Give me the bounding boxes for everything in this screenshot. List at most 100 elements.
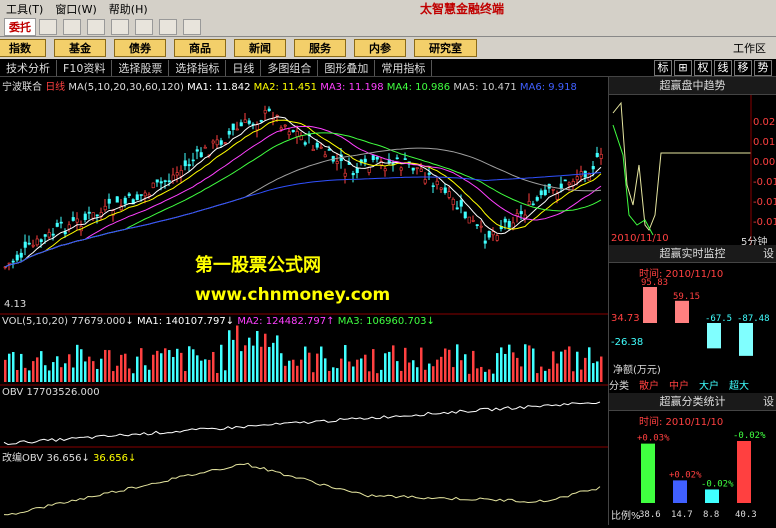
volume-bar <box>40 351 43 382</box>
tab-technical[interactable]: 技术分析 <box>0 59 57 76</box>
candle-body <box>183 160 187 167</box>
nav-bond[interactable]: 债券 <box>114 39 166 57</box>
trade-button[interactable]: 委托 <box>4 17 36 36</box>
volume-bar <box>408 362 411 382</box>
work-area-label[interactable]: 工作区 <box>733 40 766 56</box>
tab-common-indicator[interactable]: 常用指标 <box>375 59 433 76</box>
ma-line-20 <box>4 125 602 268</box>
candle-body <box>431 185 435 187</box>
stats-bar <box>705 489 719 503</box>
candle-body <box>447 191 451 198</box>
cat-medium: 中户 <box>669 381 689 392</box>
toolbar-icon-1[interactable] <box>39 18 57 35</box>
nav-fund[interactable]: 基金 <box>54 39 106 57</box>
volume-bar <box>132 373 135 382</box>
candle-body <box>59 221 63 224</box>
stats-change-label: -0.02% <box>701 479 734 489</box>
volume-bar <box>584 357 587 382</box>
volume-bar <box>24 367 27 382</box>
tab-overlay[interactable]: 图形叠加 <box>318 59 376 76</box>
volume-bar <box>148 369 151 382</box>
volume-bar <box>280 353 283 382</box>
stats-ratio-label: 比例% <box>611 511 641 522</box>
toolbar-icon-5[interactable] <box>135 18 153 35</box>
volume-bar <box>540 366 543 382</box>
right-tab-2[interactable]: ⊞ <box>674 59 692 76</box>
volume-bar <box>436 359 439 382</box>
volume-bar <box>96 368 99 382</box>
menu-help[interactable]: 帮助(H) <box>103 1 154 17</box>
trend-tick-0: 0.02 <box>753 117 776 128</box>
volume-bar <box>448 349 451 382</box>
candle-body <box>19 252 23 258</box>
volume-bar <box>4 359 7 382</box>
volume-bar <box>500 347 503 382</box>
toolbar-icon-3[interactable] <box>87 18 105 35</box>
nav-research[interactable]: 研究室 <box>414 39 477 57</box>
tab-select-indicator[interactable]: 选择指标 <box>169 59 227 76</box>
main-chart-area[interactable]: 宁波联合 日线 MA(5,10,20,30,60,120) MA1: 11.84… <box>0 77 608 525</box>
candle-body <box>223 142 227 144</box>
toolbar-icon-2[interactable] <box>63 18 81 35</box>
volume-bar <box>456 344 459 382</box>
toolbar-icon-7[interactable] <box>183 18 201 35</box>
volume-bar <box>208 359 211 382</box>
volume-bar <box>164 348 167 382</box>
volume-bar <box>512 352 515 382</box>
volume-bar <box>32 361 35 382</box>
volume-bar <box>20 353 23 382</box>
right-tab-5[interactable]: 移 <box>734 59 752 76</box>
candle-body <box>167 180 171 182</box>
candle-body <box>247 120 251 124</box>
tab-select-stock[interactable]: 选择股票 <box>112 59 170 76</box>
nav-service[interactable]: 服务 <box>294 39 346 57</box>
candle-body <box>127 193 131 196</box>
vol-ma1: MA1: 140107.797↓ <box>136 316 235 327</box>
volume-bar <box>56 356 59 382</box>
menu-window[interactable]: 窗口(W) <box>49 1 102 17</box>
trend-date: 2010/11/10 <box>611 233 669 244</box>
nav-commodity[interactable]: 商品 <box>174 39 226 57</box>
icon-toolbar: 委托 <box>0 17 776 37</box>
volume-bar <box>192 349 195 382</box>
candle-body <box>435 180 439 186</box>
mobv-v1: 36.656↓ <box>46 453 90 464</box>
stock-name: 宁波联合 <box>2 82 42 93</box>
candle-body <box>175 172 179 176</box>
right-tab-1[interactable]: 标 <box>654 59 672 76</box>
monitor-settings-button[interactable]: 设 <box>763 245 774 263</box>
toolbar-icon-4[interactable] <box>111 18 129 35</box>
volume-bar <box>196 355 199 382</box>
candle-body <box>487 231 491 238</box>
candle-body <box>319 146 323 149</box>
volume-bar <box>72 367 75 382</box>
stats-ratio-value: 14.7 <box>671 510 693 520</box>
volume-bar <box>572 371 575 382</box>
monitor-time: 时间: 2010/11/10 <box>639 269 724 280</box>
candle-body <box>155 179 159 183</box>
volume-bar <box>564 349 567 382</box>
right-tab-6[interactable]: 势 <box>754 59 772 76</box>
volume-bar <box>292 359 295 382</box>
tab-multi-chart[interactable]: 多图组合 <box>261 59 319 76</box>
volume-bar <box>452 367 455 382</box>
nav-news[interactable]: 新闻 <box>234 39 286 57</box>
volume-bar <box>216 372 219 382</box>
tab-f10[interactable]: F10资料 <box>57 59 113 76</box>
stats-settings-button[interactable]: 设 <box>763 393 774 411</box>
stats-change-label: +0.02% <box>669 470 702 480</box>
candle-body <box>55 222 59 227</box>
right-tab-3[interactable]: 权 <box>694 59 712 76</box>
watermark-url: www.chnmoney.com <box>195 285 391 305</box>
toolbar-icon-6[interactable] <box>159 18 177 35</box>
nav-internal[interactable]: 内参 <box>354 39 406 57</box>
volume-bar <box>12 352 15 382</box>
volume-bar <box>344 345 347 382</box>
candle-body <box>543 189 547 196</box>
volume-bar <box>16 369 19 382</box>
volume-bar <box>172 357 175 382</box>
menu-tools[interactable]: 工具(T) <box>0 1 49 17</box>
right-tab-4[interactable]: 线 <box>714 59 732 76</box>
nav-index[interactable]: 指数 <box>0 39 46 57</box>
tab-daily[interactable]: 日线 <box>226 59 262 76</box>
